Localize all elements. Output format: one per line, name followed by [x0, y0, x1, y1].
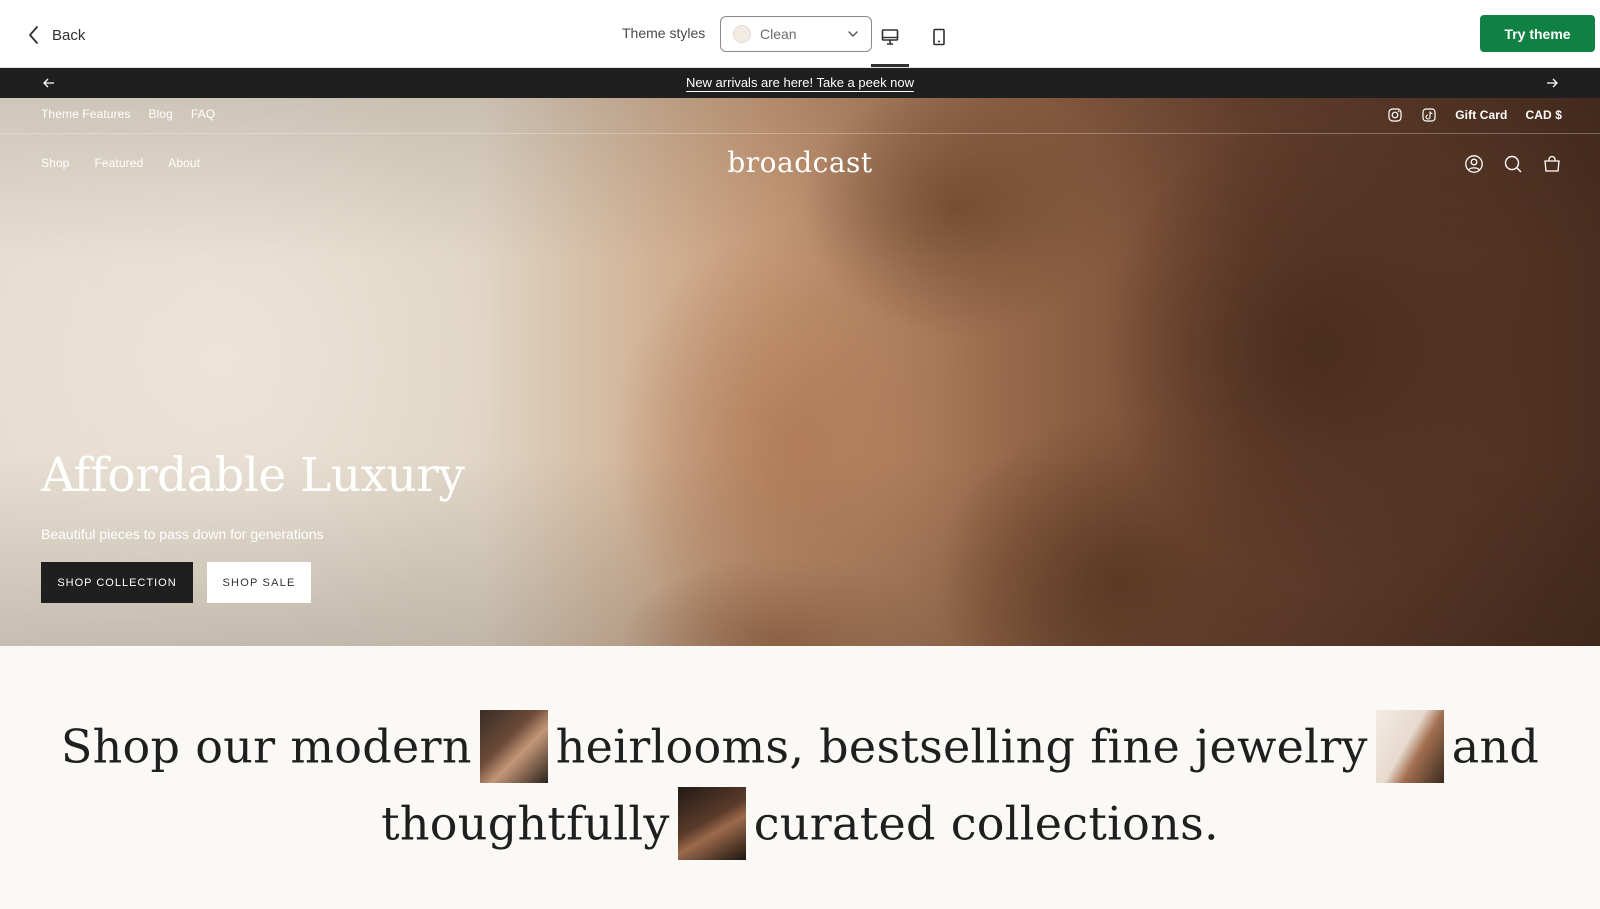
try-theme-button[interactable]: Try theme — [1480, 15, 1595, 52]
intro-line-2: thoughtfully curated collections. — [0, 787, 1600, 864]
intro-text-3: and — [1451, 719, 1540, 774]
shop-collection-button[interactable]: SHOP COLLECTION — [41, 562, 193, 603]
mobile-icon — [933, 28, 945, 46]
arrow-right-icon[interactable] — [1544, 75, 1560, 91]
style-select-value: Clean — [760, 26, 797, 42]
util-link-blog[interactable]: Blog — [148, 107, 172, 121]
theme-style-select[interactable]: Clean — [720, 16, 872, 52]
util-link-theme-features[interactable]: Theme Features — [41, 107, 130, 121]
preview-toolbar: Back Theme styles Clean Try theme — [0, 0, 1600, 68]
store-logo[interactable]: broadcast — [0, 146, 1600, 179]
desktop-view-button[interactable] — [873, 22, 907, 52]
mobile-view-button[interactable] — [922, 22, 956, 52]
search-icon[interactable] — [1503, 154, 1523, 174]
intro-text-2: heirlooms, bestselling fine jewelry — [555, 719, 1368, 774]
style-swatch — [733, 25, 751, 43]
hero-banner: Theme Features Blog FAQ Gift Card CAD $ … — [0, 98, 1600, 646]
active-view-indicator — [871, 64, 909, 67]
intro-section: Shop our modern heirlooms, bestselling fi… — [0, 646, 1600, 909]
tiktok-icon[interactable] — [1421, 107, 1437, 123]
cart-icon[interactable] — [1542, 154, 1562, 174]
announcement-bar: New arrivals are here! Take a peek now — [0, 68, 1600, 98]
inline-image-rings — [479, 710, 548, 783]
back-label: Back — [52, 26, 86, 44]
gift-card-link[interactable]: Gift Card — [1455, 108, 1507, 122]
intro-line-1: Shop our modern heirlooms, bestselling fi… — [0, 710, 1600, 787]
hero-title: Affordable Luxury — [41, 448, 465, 503]
currency-selector[interactable]: CAD $ — [1525, 108, 1562, 122]
account-icon[interactable] — [1464, 154, 1484, 174]
instagram-icon[interactable] — [1387, 107, 1403, 123]
shop-sale-button[interactable]: SHOP SALE — [207, 562, 311, 603]
chevron-down-icon — [848, 31, 858, 37]
back-button[interactable]: Back — [26, 22, 85, 48]
desktop-icon — [881, 29, 899, 45]
theme-styles-label: Theme styles — [622, 25, 706, 41]
utility-nav: Theme Features Blog FAQ Gift Card CAD $ — [0, 98, 1600, 134]
announcement-link[interactable]: New arrivals are here! Take a peek now — [685, 75, 915, 92]
hero-subtitle: Beautiful pieces to pass down for genera… — [41, 526, 324, 542]
header-icons — [1464, 154, 1562, 174]
intro-text-5: curated collections. — [753, 796, 1219, 851]
chevron-left-icon — [29, 26, 38, 44]
intro-text-4: thoughtfully — [381, 796, 670, 851]
util-link-faq[interactable]: FAQ — [191, 107, 215, 121]
intro-text-1: Shop our modern — [60, 719, 472, 774]
inline-image-hands — [677, 787, 746, 860]
inline-image-earring — [1375, 710, 1444, 783]
